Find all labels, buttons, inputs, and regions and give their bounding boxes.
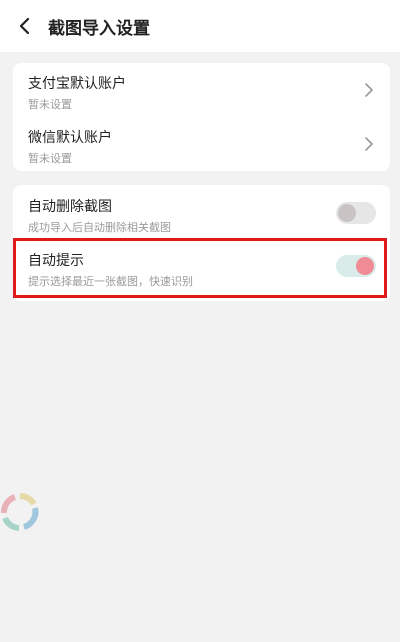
auto-prompt-row: 自动提示 提示选择最近一张截图，快速识别 [13,241,390,299]
top-bar: 截图导入设置 [0,0,400,52]
alipay-account-row[interactable]: 支付宝默认账户 暂未设置 [13,63,390,117]
wechat-account-chevron[interactable] [362,135,376,153]
chevron-left-icon [19,17,30,35]
toggle-knob [338,204,356,222]
back-button[interactable] [10,12,38,40]
auto-prompt-description: 提示选择最近一张截图，快速识别 [28,275,193,288]
auto-prompt-label: 自动提示 [28,253,84,269]
auto-prompt-toggle[interactable] [336,255,376,277]
toggle-knob [356,257,374,275]
page-title: 截图导入设置 [48,19,150,39]
screenshot-options-card: 自动删除截图 成功导入后自动删除相关截图 自动提示 提示选择最近一张截图，快速识… [13,185,390,301]
auto-delete-description: 成功导入后自动删除相关截图 [28,221,171,234]
settings-page: 截图导入设置 支付宝默认账户 暂未设置 微信默认账户 暂未设置 自动删除截图 成… [0,0,400,642]
auto-delete-row: 自动删除截图 成功导入后自动删除相关截图 [13,185,390,241]
wechat-account-row[interactable]: 微信默认账户 暂未设置 [13,117,390,171]
alipay-account-value: 暂未设置 [28,98,72,111]
wechat-account-label: 微信默认账户 [28,130,112,146]
chevron-right-icon [365,83,373,97]
loading-spinner-icon [1,492,39,531]
alipay-account-label: 支付宝默认账户 [28,76,126,92]
alipay-account-chevron[interactable] [362,81,376,99]
auto-delete-label: 自动删除截图 [28,199,112,215]
default-accounts-card: 支付宝默认账户 暂未设置 微信默认账户 暂未设置 [13,63,390,171]
wechat-account-value: 暂未设置 [28,152,72,165]
chevron-right-icon [365,137,373,151]
auto-delete-toggle[interactable] [336,202,376,224]
